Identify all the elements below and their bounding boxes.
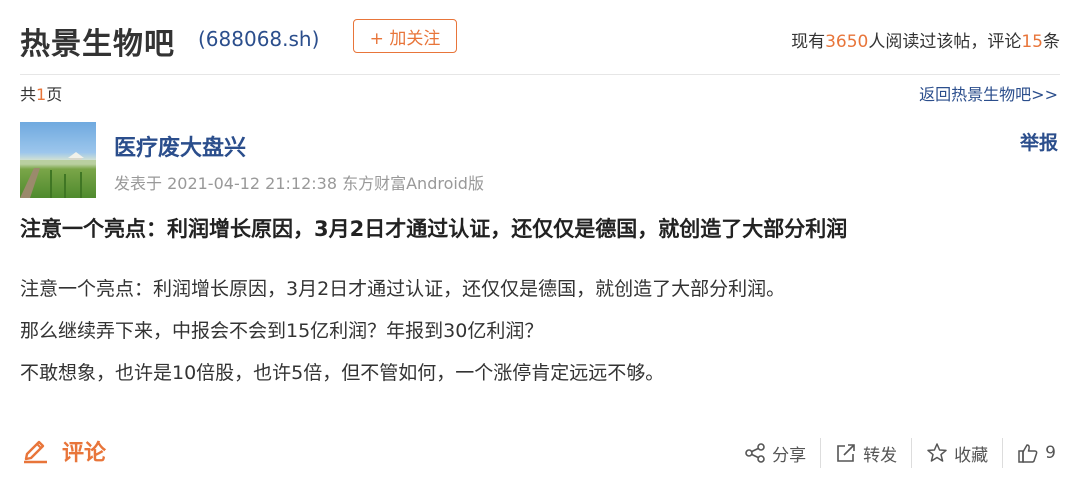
body-line: 那么继续弄下来，中报会不会到15亿利润？年报到30亿利润？ bbox=[20, 320, 544, 342]
comment-button[interactable]: 评论 bbox=[20, 434, 106, 468]
stats-prefix: 现有 bbox=[791, 32, 826, 52]
page-total: 1 bbox=[36, 85, 47, 104]
page-count-suffix: 页 bbox=[46, 85, 63, 104]
avatar[interactable] bbox=[20, 122, 96, 198]
thumbs-up-icon bbox=[1017, 442, 1039, 464]
read-comment-stats: 现有3650人阅读过该帖，评论15条 bbox=[791, 27, 1060, 52]
post-page: 热景生物吧 (688068.sh) + 加关注 现有3650人阅读过该帖，评论1… bbox=[0, 0, 1080, 480]
favorite-button[interactable]: 收藏 bbox=[912, 436, 1002, 470]
follow-button[interactable]: + 加关注 bbox=[353, 19, 457, 53]
like-count: 9 bbox=[1045, 443, 1056, 463]
header-divider bbox=[20, 74, 1060, 75]
bar-title[interactable]: 热景生物吧 bbox=[20, 19, 175, 63]
comment-label: 评论 bbox=[62, 441, 107, 466]
stats-suffix: 条 bbox=[1043, 32, 1060, 52]
share-label: 分享 bbox=[772, 445, 807, 466]
pencil-icon bbox=[20, 434, 50, 468]
share-icon bbox=[744, 442, 766, 464]
report-button[interactable]: 举报 bbox=[1020, 128, 1058, 155]
stats-mid: 人阅读过该帖，评论 bbox=[868, 32, 1022, 52]
forward-label: 转发 bbox=[863, 445, 898, 466]
page-count: 共1页 bbox=[20, 81, 62, 105]
body-line: 不敢想象，也许是10倍股，也许5倍，但不管如何，一个涨停肯定远远不够。 bbox=[20, 362, 665, 384]
post-header: 热景生物吧 (688068.sh) + 加关注 现有3650人阅读过该帖，评论1… bbox=[0, 0, 1080, 74]
post-meta: 发表于 2021-04-12 21:12:38 东方财富Android版 bbox=[114, 174, 484, 193]
post-actions: 分享 转发 收藏 9 bbox=[730, 436, 1056, 470]
back-to-bar-link[interactable]: 返回热景生物吧>> bbox=[919, 81, 1058, 105]
stock-code: (688068.sh) bbox=[198, 27, 320, 51]
body-line: 注意一个亮点：利润增长原因，3月2日才通过认证，还仅仅是德国，就创造了大部分利润… bbox=[20, 278, 786, 300]
page-count-prefix: 共 bbox=[20, 85, 37, 104]
comment-count: 15 bbox=[1021, 32, 1043, 52]
share-button[interactable]: 分享 bbox=[730, 436, 820, 470]
read-count: 3650 bbox=[825, 32, 869, 52]
like-button[interactable]: 9 bbox=[1003, 436, 1056, 470]
follow-button-label: + 加关注 bbox=[369, 28, 441, 49]
post-body: 注意一个亮点：利润增长原因，3月2日才通过认证，还仅仅是德国，就创造了大部分利润… bbox=[20, 268, 785, 394]
avatar-landscape-image bbox=[20, 152, 96, 198]
favorite-label: 收藏 bbox=[954, 445, 989, 466]
forward-button[interactable]: 转发 bbox=[821, 436, 911, 470]
star-icon bbox=[926, 442, 948, 464]
forward-icon bbox=[835, 442, 857, 464]
author-name[interactable]: 医疗废大盘兴 bbox=[114, 130, 246, 162]
post-title: 注意一个亮点：利润增长原因，3月2日才通过认证，还仅仅是德国，就创造了大部分利润 bbox=[20, 217, 848, 241]
